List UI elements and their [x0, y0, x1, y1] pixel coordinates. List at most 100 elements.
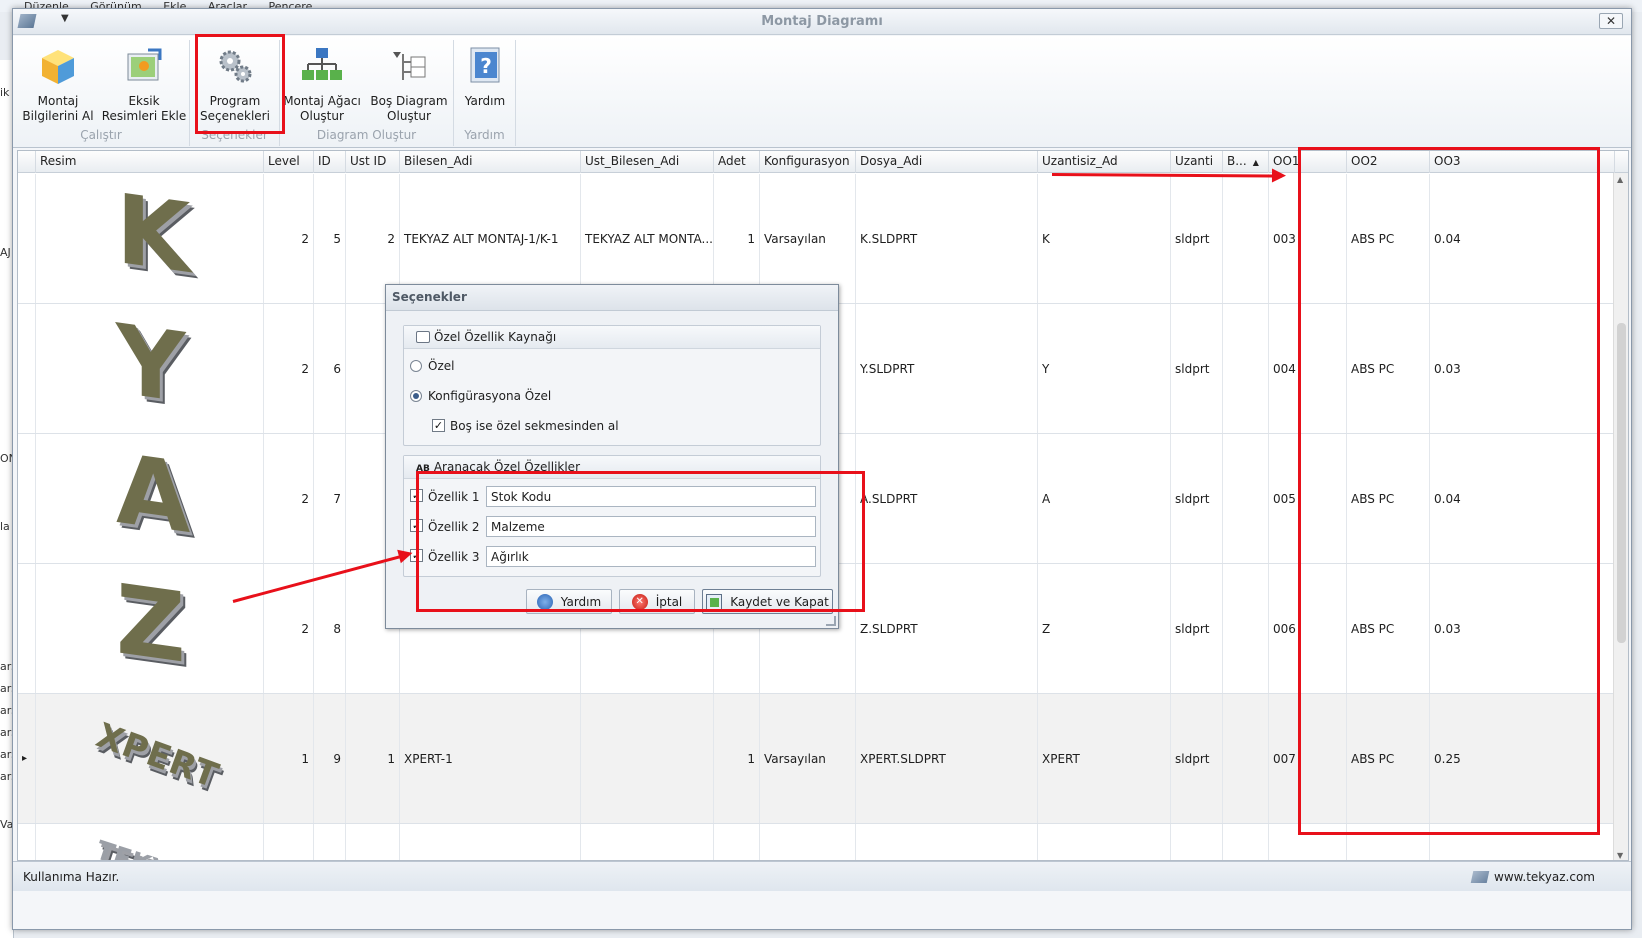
cell-ust-id[interactable]: 1	[346, 824, 400, 860]
cell-uzantisiz[interactable]: TEKYAZXPERT-MON...	[1038, 824, 1171, 860]
cell-b[interactable]	[1223, 694, 1269, 823]
cell-uzantisiz[interactable]: K	[1038, 174, 1171, 303]
radio-konfigurasyona-ozel-label: Konfigürasyona Özel	[428, 389, 552, 403]
row-indicator[interactable]	[18, 434, 36, 563]
column-header-id[interactable]: ID	[314, 151, 346, 173]
part-thumbnail[interactable]: Y	[36, 304, 264, 433]
cube-icon	[36, 44, 80, 88]
cell-adet[interactable]: 1	[714, 824, 760, 860]
button-label: Resimleri Ekle	[101, 109, 187, 123]
website-link[interactable]: www.tekyaz.com	[1472, 870, 1595, 884]
part-thumbnail[interactable]: Z	[36, 564, 264, 693]
cell-bilesen[interactable]: XPERT-1	[400, 694, 581, 823]
row-indicator[interactable]	[18, 304, 36, 433]
cell-uzanti[interactable]: sldprt	[1171, 174, 1223, 303]
row-indicator[interactable]	[18, 564, 36, 693]
cell-dosya[interactable]: Y.SLDPRT	[856, 304, 1038, 433]
ribbon-group-yardim: ? Yardım Yardım	[454, 40, 516, 146]
row-indicator[interactable]	[18, 174, 36, 303]
highlight-box-program-secenekleri	[195, 34, 285, 134]
cell-konf[interactable]: Varsayılan	[760, 694, 856, 823]
column-header-resim[interactable]: Resim	[36, 151, 264, 173]
sort-asc-icon: ▲	[1252, 158, 1259, 167]
group-label: Diagram Oluştur	[316, 128, 417, 142]
column-header-b[interactable]: B... ▲	[1223, 151, 1269, 173]
cell-b[interactable]: Göster	[1223, 824, 1269, 860]
cell-uzanti[interactable]: sldprt	[1171, 434, 1223, 563]
cell-level[interactable]: 0	[264, 824, 314, 860]
button-label: Bilgilerini Al	[22, 109, 94, 123]
cell-uzanti[interactable]: sldprt	[1171, 564, 1223, 693]
cell-uzantisiz[interactable]: A	[1038, 434, 1171, 563]
cell-b[interactable]	[1223, 564, 1269, 693]
cell-dosya[interactable]: XPERT.SLDPRT	[856, 694, 1038, 823]
scrollbar-thumb[interactable]	[1617, 323, 1626, 643]
part-thumbnail[interactable]: XPERT	[36, 694, 264, 823]
radio-ozel[interactable]	[410, 360, 422, 372]
row-indicator[interactable]: ▸	[18, 694, 36, 823]
cell-dosya[interactable]: Z.SLDPRT	[856, 564, 1038, 693]
cell-uzantisiz[interactable]: Z	[1038, 564, 1171, 693]
cell-uzanti[interactable]: sldasm	[1171, 824, 1223, 860]
cell-bilesen[interactable]: TEKYAZXPERT-MONTAJ.SLDA...	[400, 824, 581, 860]
cell-ust-bilesen[interactable]	[581, 694, 714, 823]
column-header-ust-bilesen-adi[interactable]: Ust_Bilesen_Adi	[581, 151, 714, 173]
cell-level[interactable]: 2	[264, 304, 314, 433]
close-button[interactable]: ✕	[1599, 13, 1623, 29]
radio-konfigurasyona-ozel[interactable]	[410, 390, 422, 402]
cell-dosya[interactable]: K.SLDPRT	[856, 174, 1038, 303]
cell-dosya[interactable]: TEKYAZXPERT-MONTAJ.SLDA...	[856, 824, 1038, 860]
scroll-down-icon[interactable]: ▼	[1617, 851, 1623, 860]
row-indicator[interactable]	[18, 824, 36, 860]
cell-level[interactable]: 2	[264, 174, 314, 303]
cell-level[interactable]: 2	[264, 434, 314, 563]
property-source-icon	[416, 331, 430, 343]
cell-b[interactable]	[1223, 434, 1269, 563]
cell-id[interactable]: 9	[314, 694, 346, 823]
help-icon: ?	[463, 44, 507, 88]
scroll-up-icon[interactable]: ▲	[1617, 175, 1623, 184]
part-thumbnail[interactable]: A	[36, 434, 264, 563]
cell-dosya[interactable]: A.SLDPRT	[856, 434, 1038, 563]
cell-b[interactable]	[1223, 174, 1269, 303]
cell-id[interactable]: 1	[314, 824, 346, 860]
cell-adet[interactable]: 1	[714, 694, 760, 823]
column-header-level[interactable]: Level	[264, 151, 314, 173]
bos-diagram-olustur-button[interactable]: Boş Diagram Oluştur	[366, 40, 452, 124]
cell-id[interactable]: 8	[314, 564, 346, 693]
column-header-konfigurasyon[interactable]: Konfigurasyon	[760, 151, 856, 173]
cell-id[interactable]: 5	[314, 174, 346, 303]
vertical-scrollbar[interactable]: ▲ ▼	[1613, 173, 1628, 860]
resize-grip-icon[interactable]	[826, 616, 836, 626]
montaj-bilgilerini-al-button[interactable]: Montaj Bilgilerini Al	[17, 40, 99, 124]
column-header-uzanti[interactable]: Uzanti	[1171, 151, 1223, 173]
cell-ust-bilesen[interactable]	[581, 824, 714, 860]
cell-id[interactable]: 7	[314, 434, 346, 563]
cell-ust-id[interactable]: 1	[346, 694, 400, 823]
yardim-button[interactable]: ? Yardım	[456, 40, 514, 124]
column-header-uzantisiz-ad[interactable]: Uzantisiz_Ad	[1038, 151, 1171, 173]
column-header-dosya-adi[interactable]: Dosya_Adi	[856, 151, 1038, 173]
part-image: TEKYAZ	[92, 836, 207, 860]
cell-id[interactable]: 6	[314, 304, 346, 433]
cell-uzanti[interactable]: sldprt	[1171, 304, 1223, 433]
montaj-agaci-olustur-button[interactable]: Montaj Ağacı Oluştur	[280, 40, 364, 124]
cell-uzanti[interactable]: sldprt	[1171, 694, 1223, 823]
eksik-resimleri-ekle-button[interactable]: Eksik Resimleri Ekle	[101, 40, 187, 124]
cell-uzantisiz[interactable]: Y	[1038, 304, 1171, 433]
title-bar: ▼ Montaj Diagramı ✕	[13, 9, 1631, 35]
column-header-ust-id[interactable]: Ust ID	[346, 151, 400, 173]
part-thumbnail[interactable]: K	[36, 174, 264, 303]
cell-b[interactable]	[1223, 304, 1269, 433]
part-thumbnail[interactable]: TEKYAZ	[36, 824, 264, 860]
cell-uzantisiz[interactable]: XPERT	[1038, 694, 1171, 823]
status-bar: Kullanıma Hazır. www.tekyaz.com	[13, 861, 1631, 891]
cell-level[interactable]: 1	[264, 694, 314, 823]
button-label: Yardım	[464, 94, 506, 108]
button-label: Eksik	[128, 94, 160, 108]
bos-ise-ozel-checkbox[interactable]: ✓	[432, 419, 445, 432]
part-image: Z	[116, 564, 186, 685]
cell-konf[interactable]: Varsayılan	[760, 824, 856, 860]
column-header-bilesen-adi[interactable]: Bilesen_Adi	[400, 151, 581, 173]
column-header-adet[interactable]: Adet	[714, 151, 760, 173]
